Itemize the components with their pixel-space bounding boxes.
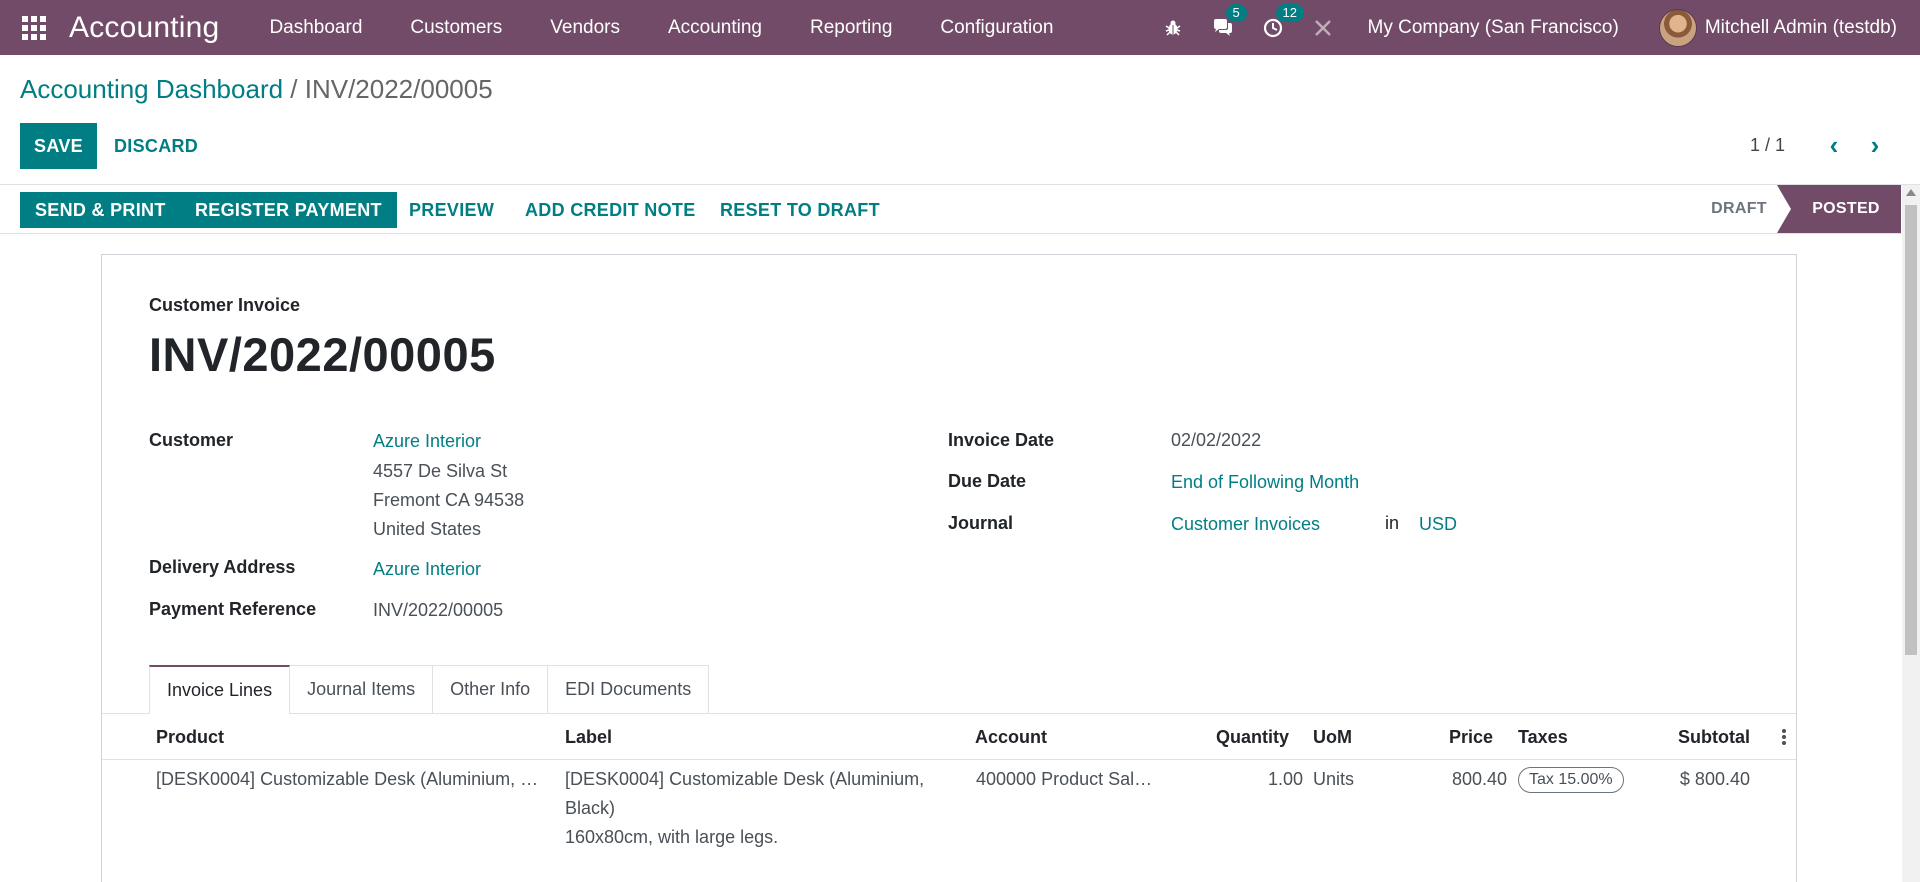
delivery-address-link[interactable]: Azure Interior <box>373 559 481 580</box>
menu-configuration[interactable]: Configuration <box>916 17 1077 39</box>
form-statusbar: SEND & PRINT REGISTER PAYMENT PREVIEW AD… <box>0 184 1920 234</box>
tools-icon[interactable] <box>1298 0 1348 55</box>
currency-link[interactable]: USD <box>1419 514 1457 535</box>
delivery-address-label: Delivery Address <box>149 557 296 577</box>
chat-icon[interactable]: 5 <box>1198 0 1248 55</box>
customer-address-street: 4557 De Silva St <box>373 461 508 481</box>
invoice-date-value[interactable]: 02/02/2022 <box>1171 430 1261 451</box>
breadcrumb: Accounting Dashboard / INV/2022/00005 <box>20 74 493 105</box>
column-label[interactable]: Label <box>565 727 612 748</box>
scrollbar-thumb[interactable] <box>1905 205 1917 655</box>
breadcrumb-parent-link[interactable]: Accounting Dashboard <box>20 74 283 104</box>
chat-badge: 5 <box>1225 4 1247 22</box>
app-title[interactable]: Accounting <box>69 11 219 45</box>
tab-invoice-lines[interactable]: Invoice Lines <box>149 665 291 714</box>
customer-link[interactable]: Azure Interior <box>373 431 481 452</box>
user-menu[interactable]: Mitchell Admin (testdb) <box>1705 17 1897 39</box>
preview-button[interactable]: PREVIEW <box>394 192 509 228</box>
menu-accounting[interactable]: Accounting <box>644 17 786 39</box>
payment-reference-label: Payment Reference <box>149 599 317 619</box>
journal-in-label: in <box>1385 513 1400 533</box>
column-price[interactable]: Price <box>1449 727 1493 748</box>
stage-draft: DRAFT <box>1711 200 1767 217</box>
pager-previous-icon[interactable]: ‹ <box>1817 128 1851 162</box>
customer-label: Customer <box>149 430 234 450</box>
row-label-line-1[interactable]: [DESK0004] Customizable Desk (Aluminium, <box>565 769 924 790</box>
company-switcher[interactable]: My Company (San Francisco) <box>1368 17 1619 39</box>
tab-other-info[interactable]: Other Info <box>432 665 549 713</box>
tab-edi-documents[interactable]: EDI Documents <box>547 665 710 713</box>
row-quantity[interactable]: 1.00 <box>1268 769 1303 790</box>
tabs-divider <box>102 713 1796 714</box>
user-avatar[interactable] <box>1658 8 1697 47</box>
customer-address-country: United States <box>373 519 482 539</box>
column-quantity[interactable]: Quantity <box>1216 727 1289 748</box>
row-tax-tag[interactable]: Tax 15.00% <box>1518 767 1624 793</box>
reset-to-draft-button[interactable]: RESET TO DRAFT <box>705 192 895 228</box>
journal-label: Journal <box>948 513 1014 533</box>
register-payment-button[interactable]: REGISTER PAYMENT <box>180 192 397 228</box>
menu-vendors[interactable]: Vendors <box>526 17 644 39</box>
breadcrumb-current: INV/2022/00005 <box>304 74 493 104</box>
save-button[interactable]: SAVE <box>20 123 97 169</box>
add-credit-note-button[interactable]: ADD CREDIT NOTE <box>510 192 711 228</box>
top-navbar: Accounting Dashboard Customers Vendors A… <box>0 0 1920 55</box>
pager-next-icon[interactable]: › <box>1858 128 1892 162</box>
column-subtotal[interactable]: Subtotal <box>1678 727 1750 748</box>
menu-customers[interactable]: Customers <box>386 17 526 39</box>
invoice-form-sheet: Customer Invoice INV/2022/00005 Customer… <box>101 254 1797 882</box>
row-product[interactable]: [DESK0004] Customizable Desk (Aluminium,… <box>156 769 538 790</box>
row-uom[interactable]: Units <box>1313 769 1354 790</box>
column-product[interactable]: Product <box>156 727 224 748</box>
row-label-line-3[interactable]: 160x80cm, with large legs. <box>565 827 778 848</box>
stage-posted: POSTED <box>1777 185 1901 233</box>
row-account[interactable]: 400000 Product Sal… <box>976 769 1152 790</box>
invoice-date-label: Invoice Date <box>948 430 1055 450</box>
payment-reference-value[interactable]: INV/2022/00005 <box>373 600 503 621</box>
table-header-divider <box>102 759 1796 760</box>
due-date-label: Due Date <box>948 471 1027 491</box>
column-uom[interactable]: UoM <box>1313 727 1352 748</box>
column-taxes[interactable]: Taxes <box>1518 727 1568 748</box>
row-price[interactable]: 800.40 <box>1452 769 1507 790</box>
notebook-tabs: Invoice Lines Journal Items Other Info E… <box>149 665 710 714</box>
debug-bug-icon[interactable] <box>1148 0 1198 55</box>
discard-button[interactable]: DISCARD <box>104 123 208 169</box>
journal-link[interactable]: Customer Invoices <box>1171 514 1320 535</box>
menu-reporting[interactable]: Reporting <box>786 17 916 39</box>
apps-menu-icon[interactable] <box>19 13 49 43</box>
activity-clock-icon[interactable]: 12 <box>1248 0 1304 55</box>
row-label-line-2[interactable]: Black) <box>565 798 615 819</box>
document-type-label: Customer Invoice <box>149 295 301 315</box>
scroll-up-arrow-icon[interactable] <box>1906 189 1916 196</box>
send-print-button[interactable]: SEND & PRINT <box>20 192 181 228</box>
tab-journal-items[interactable]: Journal Items <box>289 665 434 713</box>
pager-value[interactable]: 1 / 1 <box>1750 135 1785 156</box>
optional-columns-kebab-icon[interactable] <box>1782 729 1786 747</box>
systray: 5 12 My Company (San Francisco) Mitchell… <box>1148 0 1920 55</box>
row-subtotal: $ 800.40 <box>1679 769 1750 789</box>
customer-address-city: Fremont CA 94538 <box>373 490 525 510</box>
breadcrumb-separator: / <box>283 74 305 104</box>
page-scrollbar[interactable] <box>1902 185 1920 882</box>
column-account[interactable]: Account <box>975 727 1047 748</box>
due-date-link[interactable]: End of Following Month <box>1171 472 1359 493</box>
invoice-number-title: INV/2022/00005 <box>149 328 496 381</box>
menu-dashboard[interactable]: Dashboard <box>245 17 386 39</box>
